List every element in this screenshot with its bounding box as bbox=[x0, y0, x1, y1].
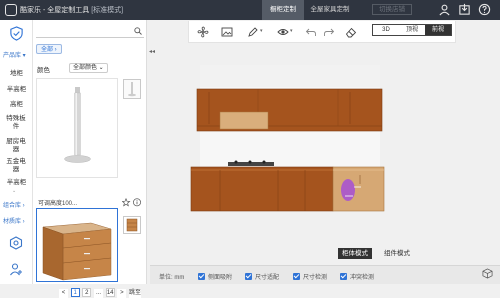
collision-check-toggle[interactable]: 冲突检测 bbox=[340, 272, 374, 281]
side-snap-toggle[interactable]: 侧面吸附 bbox=[198, 272, 232, 281]
sidebar-item-half-tall[interactable]: 半高柜 bbox=[0, 86, 33, 94]
app-logo-icon bbox=[5, 4, 17, 16]
status-bar: 单位: mm 侧面吸附 尺寸适配 尺寸检测 冲突检测 bbox=[150, 265, 500, 284]
product-panel: 全部 › 颜色 全部颜色 ⌄ 可调高度100... < 1 2 ... 14 >… bbox=[33, 20, 147, 298]
design-canvas[interactable] bbox=[150, 44, 500, 266]
checkbox-icon[interactable] bbox=[293, 273, 300, 280]
fan-icon[interactable] bbox=[197, 26, 209, 38]
page-next-button[interactable]: > bbox=[117, 289, 127, 298]
checkbox-icon[interactable] bbox=[245, 273, 252, 280]
checkbox-icon[interactable] bbox=[198, 273, 205, 280]
selection-highlight bbox=[341, 179, 355, 201]
drawer-cabinet-thumbnail bbox=[42, 222, 112, 281]
pagination: < 1 2 ... 14 > 跳至 bbox=[59, 288, 142, 298]
sidebar-item-half-tall-2[interactable]: 半高柜 bbox=[0, 179, 33, 187]
cube-icon[interactable] bbox=[482, 268, 493, 279]
view-mode-toggle: 3D 顶视 前视 bbox=[372, 24, 452, 36]
help-icon[interactable] bbox=[478, 3, 491, 16]
size-fit-toggle[interactable]: 尺寸适配 bbox=[245, 272, 279, 281]
color-filter-dropdown[interactable]: 全部颜色 ⌄ bbox=[69, 63, 108, 73]
sidebar-item-tall[interactable]: 高柜 bbox=[0, 101, 33, 109]
wall-cabinets[interactable] bbox=[196, 88, 383, 132]
product-library-header[interactable]: 产品库 ▾ bbox=[0, 50, 33, 59]
search-input[interactable] bbox=[36, 25, 144, 38]
product-variant-thumbnail[interactable] bbox=[123, 79, 141, 99]
eraser-icon[interactable] bbox=[345, 26, 357, 38]
search-icon[interactable] bbox=[134, 27, 142, 35]
app-title: 酷家乐 - 全屋定制工具 [标准模式] bbox=[20, 5, 123, 15]
sidebar-item-hardware[interactable]: 五金电器 bbox=[5, 158, 27, 174]
shield-icon bbox=[10, 26, 23, 41]
view-front-button[interactable]: 前视 bbox=[425, 25, 451, 35]
material-library-header[interactable]: 材质库 › bbox=[0, 216, 33, 225]
view-top-button[interactable]: 顶视 bbox=[399, 25, 425, 35]
star-icon[interactable] bbox=[121, 197, 131, 207]
sidebar-item-base-cabinet[interactable]: 地柜 bbox=[0, 70, 33, 78]
user-manage-icon[interactable] bbox=[9, 262, 23, 276]
image-icon[interactable] bbox=[221, 26, 233, 38]
user-icon[interactable] bbox=[438, 3, 451, 16]
combo-library-header[interactable]: 组合库 › bbox=[0, 200, 33, 209]
page-2-button[interactable]: 2 bbox=[82, 288, 92, 297]
page-prev-button[interactable]: < bbox=[59, 289, 68, 298]
checkbox-icon[interactable] bbox=[340, 273, 347, 280]
pen-dropdown-icon[interactable]: ▾ bbox=[260, 28, 263, 34]
undo-icon[interactable] bbox=[305, 26, 317, 38]
export-icon[interactable] bbox=[458, 3, 471, 16]
product-thumbnail bbox=[64, 87, 91, 163]
product-card-selected[interactable] bbox=[36, 208, 118, 282]
product-name: 可调高度100... bbox=[38, 201, 78, 207]
filter-label: 颜色 bbox=[37, 67, 50, 74]
settings-hex-icon[interactable] bbox=[9, 236, 23, 250]
card-actions bbox=[121, 197, 142, 209]
breadcrumb-chip[interactable]: 全部 › bbox=[36, 44, 62, 54]
tab-whole-house[interactable]: 全屋家具定制 bbox=[306, 0, 354, 20]
pen-icon[interactable] bbox=[247, 26, 259, 38]
redo-icon[interactable] bbox=[323, 26, 335, 38]
eye-icon[interactable] bbox=[277, 26, 289, 38]
sidebar-item-kitchen-appliance[interactable]: 厨房电器 bbox=[5, 138, 27, 154]
cabinet-mode-button[interactable]: 柜体模式 bbox=[338, 248, 372, 259]
drawer-variant-thumbnail[interactable] bbox=[123, 216, 141, 234]
app-name: 酷家乐 - 全屋定制工具 bbox=[20, 7, 90, 14]
size-check-toggle[interactable]: 尺寸检测 bbox=[293, 272, 327, 281]
chevron-down-icon[interactable]: ⌄ bbox=[12, 188, 16, 194]
tab-cabinet-custom[interactable]: 橱柜定制 bbox=[262, 0, 304, 20]
view-3d-button[interactable]: 3D bbox=[373, 25, 399, 35]
eye-dropdown-icon[interactable]: ▾ bbox=[290, 28, 293, 34]
title-bar: 酷家乐 - 全屋定制工具 [标准模式] 橱柜定制 全屋家具定制 切换店铺 bbox=[0, 0, 500, 20]
sidebar-item-special-panel[interactable]: 特殊板件 bbox=[5, 115, 27, 131]
tab-switch-store: 切换店铺 bbox=[368, 0, 416, 20]
page-ellipsis: ... bbox=[94, 289, 104, 298]
mode-label: [标准模式] bbox=[91, 7, 124, 14]
page-1-button[interactable]: 1 bbox=[70, 288, 80, 297]
page-jump-label[interactable]: 跳至 bbox=[129, 289, 142, 298]
base-cabinets[interactable] bbox=[190, 166, 385, 212]
product-card[interactable] bbox=[36, 78, 118, 178]
unit-label: 单位: mm bbox=[159, 275, 185, 281]
page-14-button[interactable]: 14 bbox=[105, 288, 115, 297]
component-mode-button[interactable]: 组件模式 bbox=[380, 248, 414, 259]
category-sidebar: 产品库 ▾ 地柜 半高柜 高柜 特殊板件 厨房电器 五金电器 半高柜 ⌄ 组合库… bbox=[0, 20, 33, 284]
